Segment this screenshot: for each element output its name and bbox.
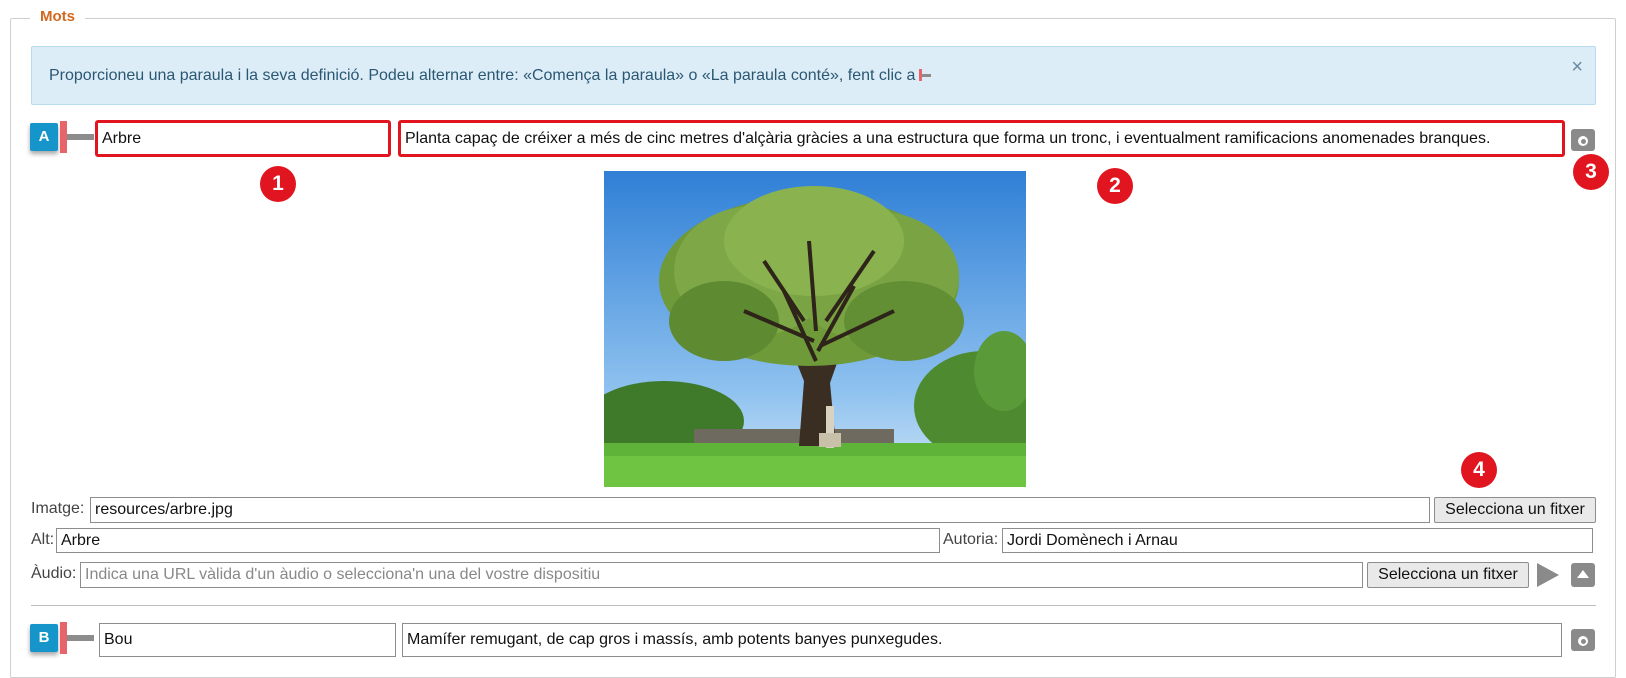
image-label: Imatge: bbox=[31, 500, 85, 517]
word-mode-toggle-icon bbox=[919, 69, 932, 81]
word-mode-toggle-icon[interactable] bbox=[60, 622, 94, 654]
definition-input[interactable] bbox=[398, 120, 1565, 157]
audio-label: Àudio: bbox=[31, 565, 77, 582]
word-input[interactable] bbox=[95, 120, 391, 157]
camera-icon[interactable] bbox=[1571, 629, 1595, 651]
alt-label: Alt: bbox=[31, 531, 55, 548]
word-mode-toggle-icon[interactable] bbox=[60, 121, 94, 153]
select-image-button[interactable]: Selecciona un fitxer bbox=[1434, 497, 1596, 523]
callout-badge-1: 1 bbox=[260, 166, 296, 202]
play-icon[interactable] bbox=[1537, 563, 1559, 587]
author-label: Autoria: bbox=[943, 531, 999, 548]
callout-badge-4: 4 bbox=[1461, 452, 1497, 488]
word-image bbox=[604, 171, 1026, 487]
info-alert: Proporcioneu una paraula i la seva defin… bbox=[31, 46, 1596, 105]
audio-url-input[interactable] bbox=[80, 562, 1363, 588]
fieldset-legend: Mots bbox=[30, 8, 85, 26]
entry-divider bbox=[31, 605, 1596, 606]
word-input-b[interactable] bbox=[99, 623, 396, 657]
letter-badge-a: A bbox=[30, 123, 58, 151]
alert-text: Proporcioneu una paraula i la seva defin… bbox=[49, 67, 916, 84]
callout-badge-3: 3 bbox=[1573, 154, 1609, 190]
image-path-input[interactable] bbox=[90, 497, 1430, 523]
collapse-up-icon[interactable] bbox=[1571, 563, 1595, 587]
callout-badge-2: 2 bbox=[1097, 168, 1133, 204]
author-input[interactable] bbox=[1002, 528, 1593, 553]
select-audio-button[interactable]: Selecciona un fitxer bbox=[1367, 562, 1529, 588]
alt-input[interactable] bbox=[56, 528, 940, 553]
camera-icon[interactable] bbox=[1571, 129, 1595, 151]
letter-badge-b: B bbox=[30, 624, 58, 652]
close-icon[interactable]: × bbox=[1571, 57, 1583, 77]
definition-input-b[interactable] bbox=[402, 623, 1562, 657]
